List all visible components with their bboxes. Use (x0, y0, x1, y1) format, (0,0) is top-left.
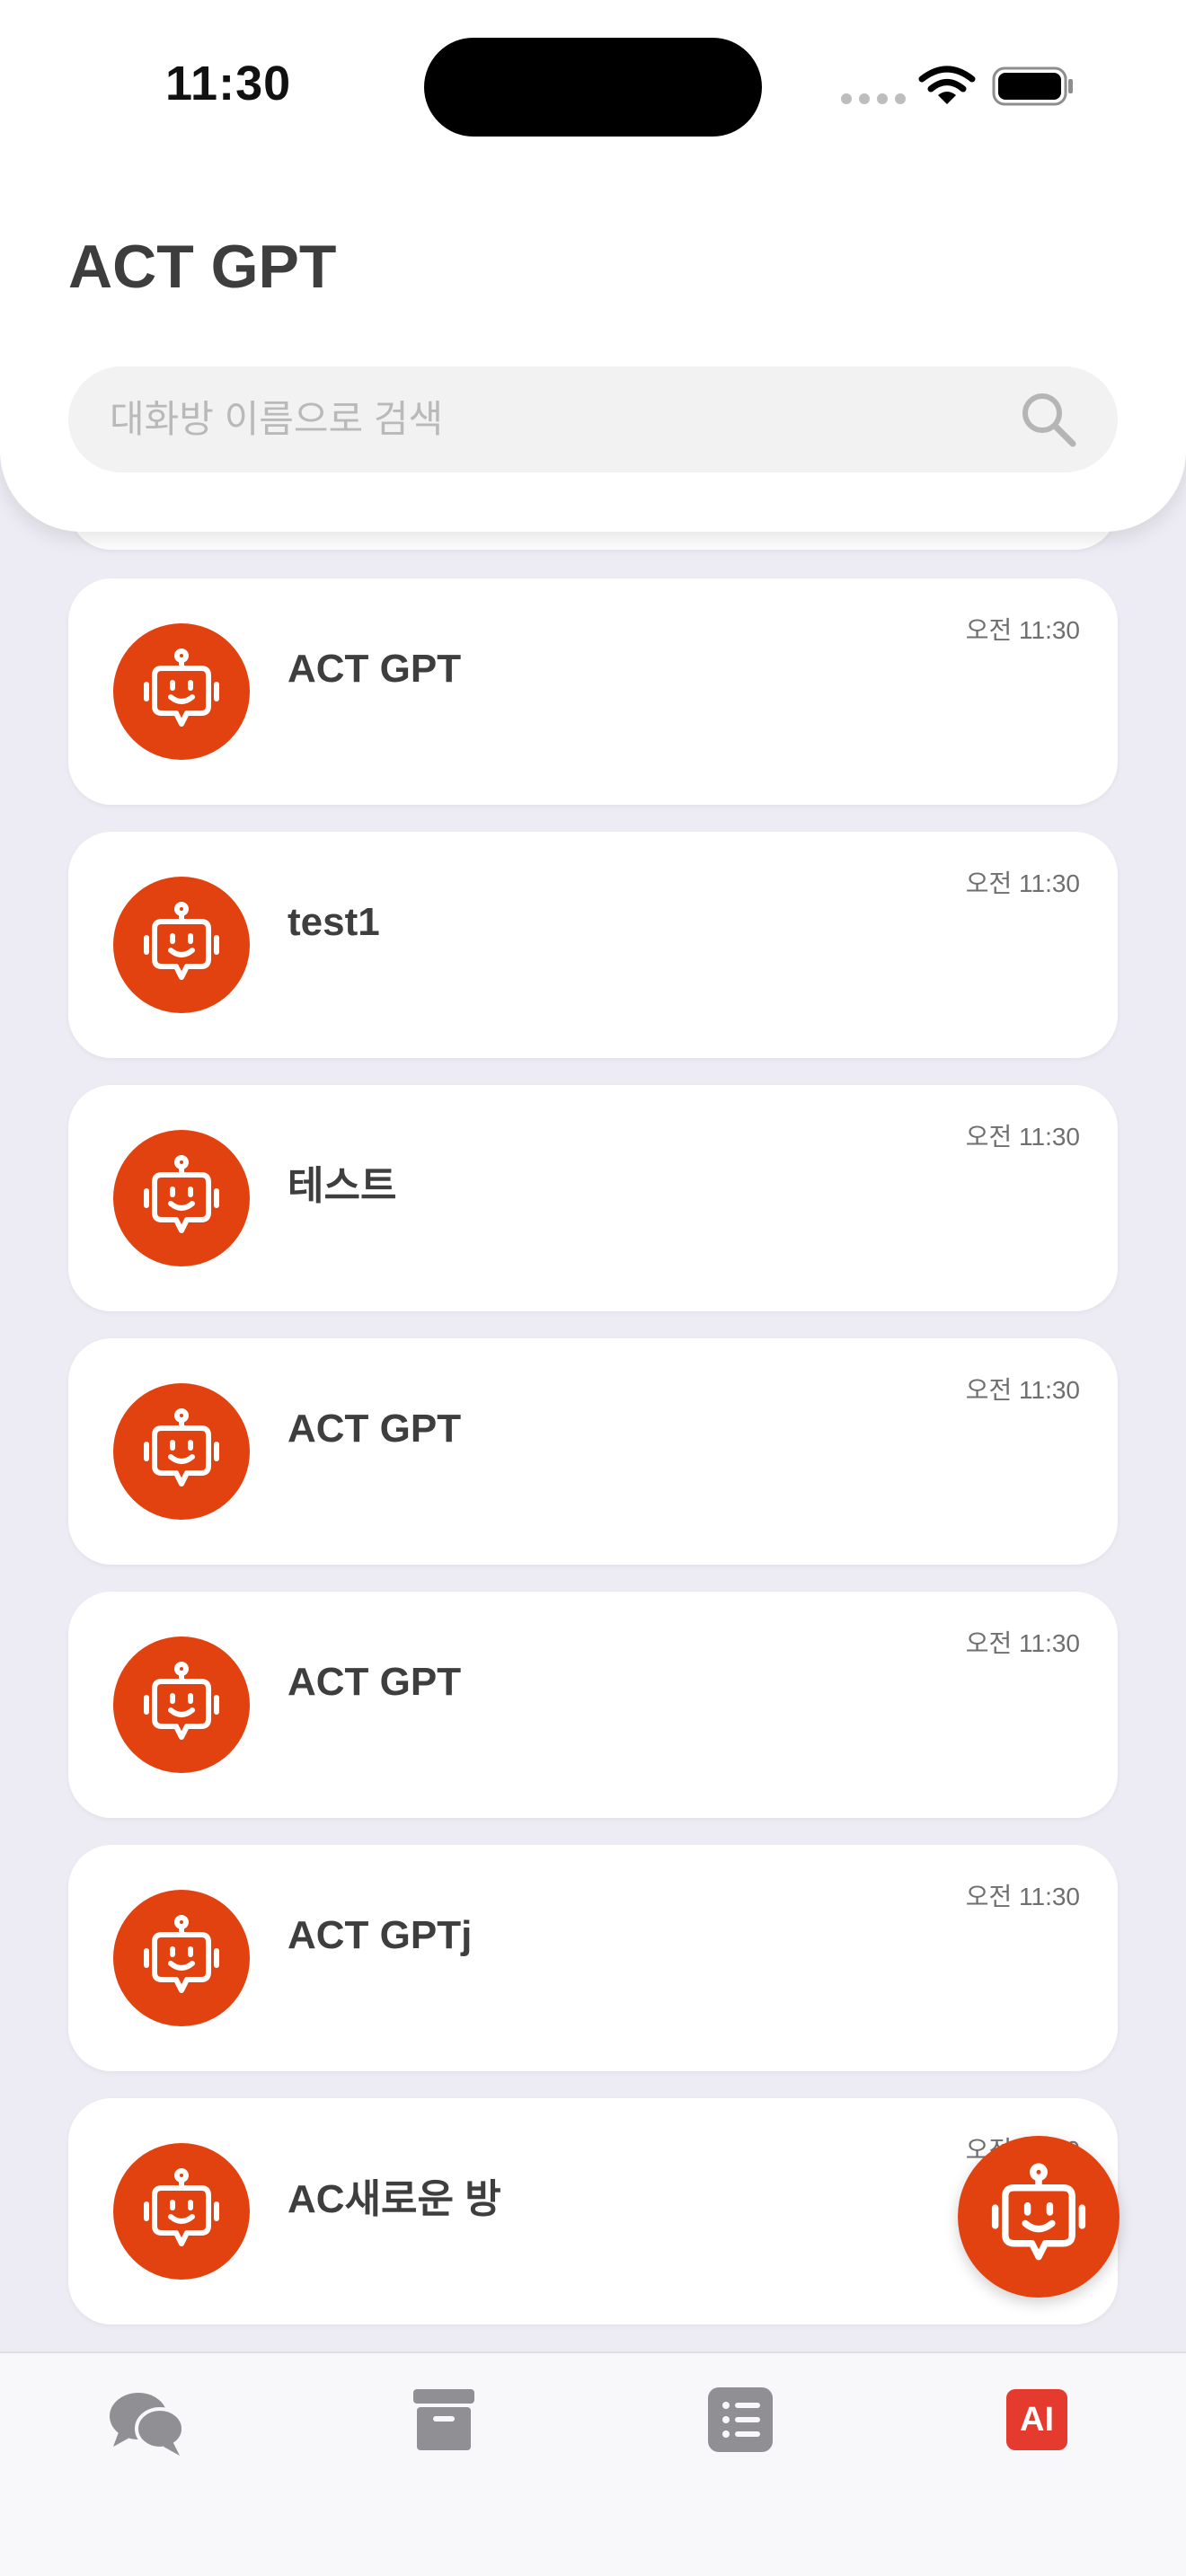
wifi-icon (918, 66, 976, 104)
status-time: 11:30 (165, 57, 292, 110)
chat-room-card[interactable]: ACT GPT 오전 11:30 (68, 1338, 1118, 1565)
robot-avatar-icon (113, 1383, 250, 1520)
chat-room-card[interactable]: 테스트 오전 11:30 (68, 1085, 1118, 1311)
robot-avatar-icon (113, 2143, 250, 2280)
room-time: 오전 11:30 (965, 1883, 1080, 1910)
chat-room-card[interactable]: ACT GPTj 오전 11:30 (68, 1845, 1118, 2071)
tab-ai-label: AI (1020, 2400, 1054, 2439)
robot-avatar-icon (113, 1130, 250, 1266)
dynamic-island (424, 38, 762, 137)
room-time: 오전 11:30 (965, 1376, 1080, 1404)
room-name: ACT GPT (288, 1660, 462, 1704)
robot-avatar-icon (113, 1636, 250, 1773)
room-time: 오전 11:30 (965, 1123, 1080, 1151)
robot-avatar-icon (113, 877, 250, 1013)
room-name: test1 (288, 900, 380, 944)
room-time: 오전 11:30 (965, 616, 1080, 644)
room-name: ACT GPT (288, 647, 462, 691)
robot-icon (991, 2163, 1086, 2261)
chat-room-card[interactable]: ACT GPT 오전 11:30 (68, 1592, 1118, 1818)
new-chat-button[interactable] (958, 2136, 1120, 2298)
room-time: 오전 11:30 (965, 869, 1080, 897)
room-name: ACT GPTj (288, 1913, 473, 1957)
chat-room-card[interactable]: ACT GPT 오전 11:30 (68, 578, 1118, 805)
room-name: ACT GPT (288, 1407, 462, 1451)
search-input[interactable] (110, 366, 1008, 472)
tab-archive-icon[interactable] (412, 2387, 476, 2452)
room-time: 오전 11:30 (965, 1629, 1080, 1657)
tab-chats-icon[interactable] (108, 2389, 185, 2457)
header: 11:30 ACT GPT (0, 0, 1186, 532)
search-icon[interactable] (1017, 388, 1080, 451)
room-name: 테스트 (288, 1164, 397, 1208)
search-bar (68, 366, 1118, 472)
cellular-signal-icon (841, 93, 906, 104)
robot-avatar-icon (113, 623, 250, 760)
tab-ai[interactable]: AI (1006, 2389, 1067, 2450)
robot-avatar-icon (113, 1890, 250, 2026)
page-title: ACT GPT (68, 233, 337, 301)
battery-icon (992, 66, 1073, 106)
chat-room-card[interactable]: test1 오전 11:30 (68, 832, 1118, 1058)
tab-list-icon[interactable] (708, 2387, 773, 2452)
room-name: AC새로운 방 (288, 2177, 501, 2221)
tab-bar: AI (0, 2351, 1186, 2576)
